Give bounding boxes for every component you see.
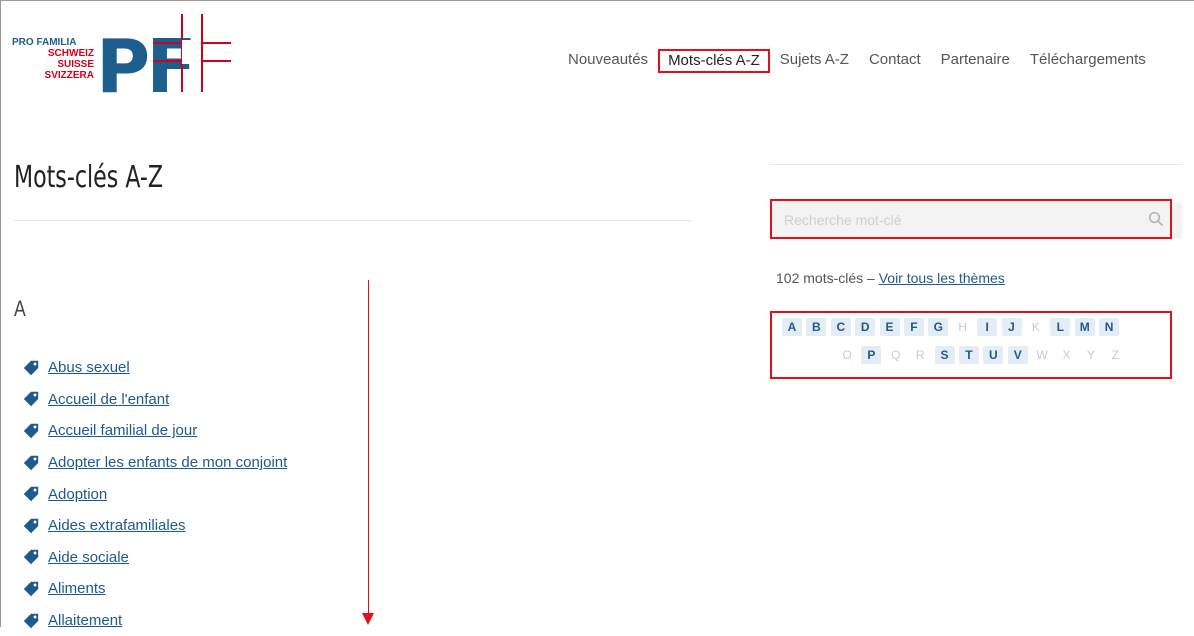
tag-icon	[23, 455, 39, 470]
alphabet-index: ABCDEFGHIJKLMN OPQRSTUVWX Y Z	[770, 311, 1172, 379]
keyword-link[interactable]: Allaitement	[48, 612, 122, 629]
keyword-count: 102 mots-clés – Voir tous les thèmes	[776, 270, 1005, 286]
alphabet-letter-c[interactable]: C	[830, 318, 851, 336]
alphabet-letter-y: Y	[1086, 348, 1095, 362]
logo-line-pro-familia: PRO FAMILIA	[12, 37, 77, 48]
alphabet-letter-h: H	[958, 320, 968, 334]
keyword-link[interactable]: Aide sociale	[48, 549, 129, 566]
frame-border-top	[0, 0, 1194, 1]
keyword-search-input[interactable]	[782, 209, 1136, 231]
logo-line-suisse: SUISSE	[57, 59, 94, 70]
title-divider	[14, 220, 692, 221]
logo-cross-gap	[182, 40, 201, 64]
keyword-link[interactable]: Aliments	[48, 580, 106, 597]
keyword-count-text: 102 mots-clés –	[776, 270, 879, 286]
keyword-link[interactable]: Aides extrafamiliales	[48, 517, 186, 534]
search-icon[interactable]	[1148, 211, 1164, 227]
annotation-arrow-down-icon	[362, 613, 374, 625]
list-item: Abus sexuel	[22, 352, 287, 384]
nav-item-mots-cles[interactable]: Mots-clés A-Z	[658, 49, 770, 73]
alphabet-letter-k: K	[1031, 320, 1040, 334]
keyword-list: Abus sexuel Accueil de l'enfant Accueil …	[22, 352, 287, 636]
list-item: Allaitement	[22, 605, 287, 636]
list-item: Accueil de l'enfant	[22, 384, 287, 416]
letter-heading: A	[14, 296, 26, 321]
list-item: Adopter les enfants de mon conjoint	[22, 447, 287, 479]
pro-familia-logo[interactable]: PRO FAMILIA SCHWEIZ SUISSE SVIZZERA PF	[8, 12, 238, 104]
alphabet-letter-l[interactable]: L	[1050, 318, 1071, 336]
tag-icon	[23, 486, 39, 502]
keyword-search-box	[770, 199, 1172, 239]
tag-icon	[23, 392, 39, 407]
nav-item-telechargements[interactable]: Téléchargements	[1020, 51, 1156, 73]
alphabet-letter-z: Z	[1111, 348, 1119, 362]
nav-item-contact[interactable]: Contact	[859, 51, 931, 73]
keyword-link[interactable]: Adopter les enfants de mon conjoint	[48, 454, 287, 471]
alphabet-letter-s[interactable]: S	[934, 346, 955, 364]
tag-icon	[23, 581, 39, 597]
alphabet-letter-w: W	[1036, 348, 1048, 362]
alphabet-letter-m[interactable]: M	[1074, 318, 1095, 336]
keyword-link[interactable]: Accueil de l'enfant	[48, 391, 169, 408]
list-item: Adoption	[22, 478, 287, 510]
tag-icon	[23, 518, 39, 533]
list-item: Aide sociale	[22, 542, 287, 574]
all-themes-link[interactable]: Voir tous les thèmes	[879, 270, 1005, 286]
alphabet-letter-n[interactable]: N	[1099, 318, 1120, 336]
frame-border-left	[0, 0, 1, 627]
logo-line-schweiz: SCHWEIZ	[47, 48, 94, 59]
tag-icon	[23, 550, 39, 565]
alphabet-row: OPQRSTUVWX Y Z	[837, 346, 1130, 364]
alphabet-letter-i[interactable]: I	[977, 318, 998, 336]
annotation-arrow-line	[368, 280, 369, 614]
alphabet-letter-d[interactable]: D	[855, 318, 876, 336]
keyword-link[interactable]: Accueil familial de jour	[48, 422, 197, 439]
sidebar-divider	[770, 164, 1182, 165]
logo-line-svizzera: SVIZZERA	[44, 70, 94, 81]
alphabet-letter-t[interactable]: T	[958, 346, 979, 364]
alphabet-letter-v[interactable]: V	[1007, 346, 1028, 364]
list-item: Accueil familial de jour	[22, 415, 287, 447]
list-item: Aides extrafamiliales	[22, 510, 287, 542]
alphabet-letter-p[interactable]: P	[861, 346, 882, 364]
list-item: Aliments	[22, 573, 287, 605]
keyword-link[interactable]: Abus sexuel	[48, 359, 130, 376]
alphabet-letter-x: X	[1062, 348, 1071, 362]
alphabet-letter-q: Q	[891, 348, 901, 362]
search-field-edge	[1172, 203, 1182, 239]
logo-text: PRO FAMILIA SCHWEIZ SUISSE SVIZZERA	[12, 37, 94, 81]
alphabet-letter-o: O	[842, 348, 852, 362]
alphabet-row: ABCDEFGHIJKLMN	[782, 318, 1123, 336]
alphabet-letter-e[interactable]: E	[879, 318, 900, 336]
alphabet-letter-g[interactable]: G	[928, 318, 949, 336]
alphabet-letter-f[interactable]: F	[903, 318, 924, 336]
nav-item-nouveautes[interactable]: Nouveautés	[558, 51, 658, 73]
logo-cross-line	[201, 14, 203, 92]
alphabet-letter-u[interactable]: U	[983, 346, 1004, 364]
nav-item-sujets[interactable]: Sujets A-Z	[770, 51, 859, 73]
alphabet-letter-a[interactable]: A	[782, 318, 802, 336]
tag-icon	[23, 360, 39, 375]
nav-item-partenaire[interactable]: Partenaire	[931, 51, 1020, 73]
alphabet-letter-r: R	[915, 348, 925, 362]
tag-icon	[23, 423, 39, 439]
main-navigation: Nouveautés Mots-clés A-Z Sujets A-Z Cont…	[558, 49, 1156, 73]
alphabet-letter-b[interactable]: B	[806, 318, 827, 336]
keyword-link[interactable]: Adoption	[48, 486, 107, 503]
page-title: Mots-clés A-Z	[14, 160, 164, 195]
alphabet-letter-j[interactable]: J	[1001, 318, 1022, 336]
